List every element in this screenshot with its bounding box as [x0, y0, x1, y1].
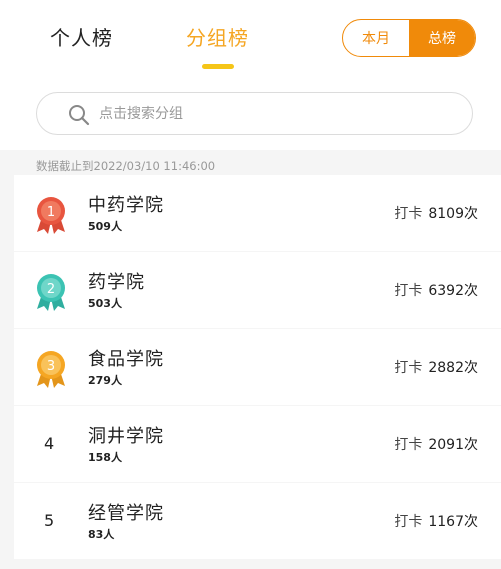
punch-count: 6392次: [428, 283, 478, 299]
member-count: 503人: [88, 297, 122, 310]
punch-count: 2882次: [428, 360, 478, 376]
tab-group[interactable]: 分组榜: [186, 22, 249, 51]
group-name: 中药学院: [88, 195, 164, 216]
list-item[interactable]: 3 食品学院 279人 打卡 2882次: [14, 329, 501, 405]
member-count: 83人: [88, 528, 115, 541]
medal-rank: 1: [47, 205, 55, 220]
medal-rank: 2: [47, 282, 55, 297]
list-item[interactable]: 4 洞井学院 158人 打卡 2091次: [14, 406, 501, 482]
search-input[interactable]: [99, 101, 459, 127]
punch-count: 1167次: [428, 514, 478, 530]
medal-rank: 3: [47, 359, 55, 374]
group-name: 食品学院: [88, 349, 164, 370]
search-icon: [69, 105, 90, 126]
active-tab-indicator: [202, 64, 234, 69]
rank-number: 4: [44, 434, 55, 453]
tab-personal[interactable]: 个人榜: [50, 22, 113, 51]
list-item[interactable]: 2 药学院 503人 打卡 6392次: [14, 252, 501, 328]
group-name: 药学院: [88, 272, 145, 293]
member-count: 158人: [88, 451, 122, 464]
period-month-button[interactable]: 本月: [343, 20, 409, 56]
punch-label: 打卡: [394, 514, 423, 530]
list-item[interactable]: 5 经管学院 83人 打卡 1167次: [14, 483, 501, 559]
punch-label: 打卡: [394, 360, 423, 376]
punch-label: 打卡: [394, 437, 423, 453]
period-total-button[interactable]: 总榜: [409, 20, 475, 56]
search-bar[interactable]: [36, 92, 473, 135]
punch-stat: 打卡 1167次: [394, 511, 478, 531]
punch-count: 8109次: [428, 206, 478, 222]
member-count: 279人: [88, 374, 122, 387]
header-panel: 个人榜 分组榜 本月 总榜: [0, 0, 501, 150]
group-name: 经管学院: [88, 503, 164, 524]
punch-stat: 打卡 2091次: [394, 434, 478, 454]
gold-medal-icon: 3: [37, 351, 65, 388]
list-item[interactable]: 1 中药学院 509人 打卡 8109次: [14, 175, 501, 251]
teal-medal-icon: 2: [37, 274, 65, 311]
punch-stat: 打卡 8109次: [394, 203, 478, 223]
red-medal-icon: 1: [37, 197, 65, 234]
punch-stat: 打卡 6392次: [394, 280, 478, 300]
data-timestamp: 数据截止到2022/03/10 11:46:00: [36, 159, 216, 173]
punch-stat: 打卡 2882次: [394, 357, 478, 377]
punch-label: 打卡: [394, 206, 423, 222]
member-count: 509人: [88, 220, 122, 233]
punch-count: 2091次: [428, 437, 478, 453]
group-name: 洞井学院: [88, 426, 164, 447]
punch-label: 打卡: [394, 283, 423, 299]
rank-number: 5: [44, 511, 55, 530]
period-toggle: 本月 总榜: [342, 19, 476, 57]
